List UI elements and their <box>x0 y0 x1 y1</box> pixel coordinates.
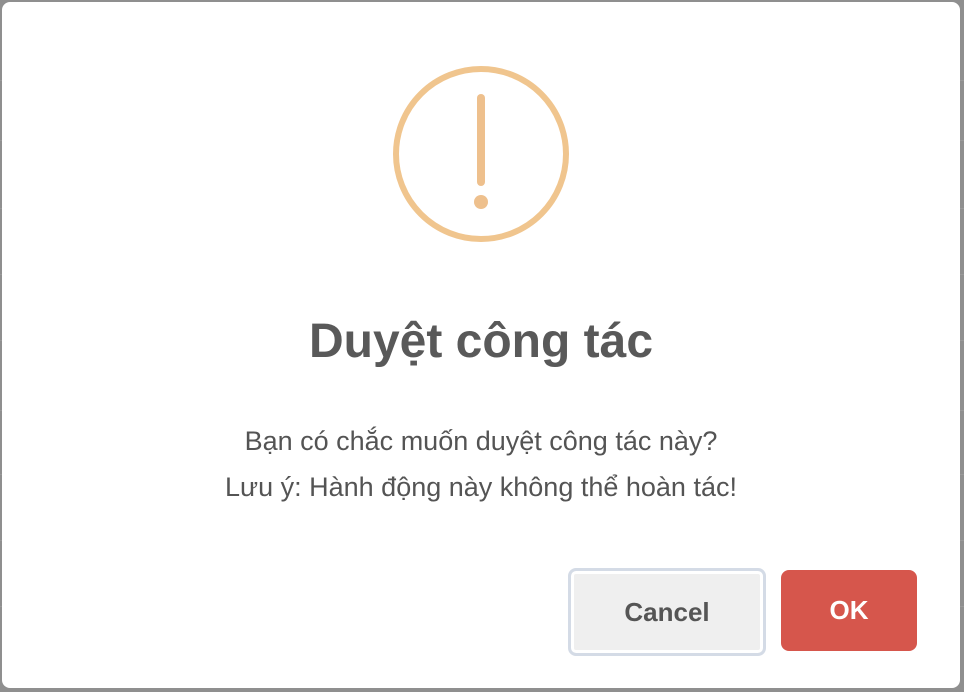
ok-button[interactable]: OK <box>781 570 917 651</box>
confirm-dialog: Duyệt công tác Bạn có chắc muốn duyệt cô… <box>2 2 960 688</box>
dialog-message: Bạn có chắc muốn duyệt công tác này? Lưu… <box>2 418 960 510</box>
warning-icon <box>392 65 570 243</box>
dialog-title: Duyệt công tác <box>308 315 654 368</box>
dialog-message-line2: Lưu ý: Hành động này không thể hoàn tác! <box>225 472 737 502</box>
cancel-button[interactable]: Cancel <box>568 568 766 656</box>
dialog-message-line1: Bạn có chắc muốn duyệt công tác này? <box>244 426 718 456</box>
